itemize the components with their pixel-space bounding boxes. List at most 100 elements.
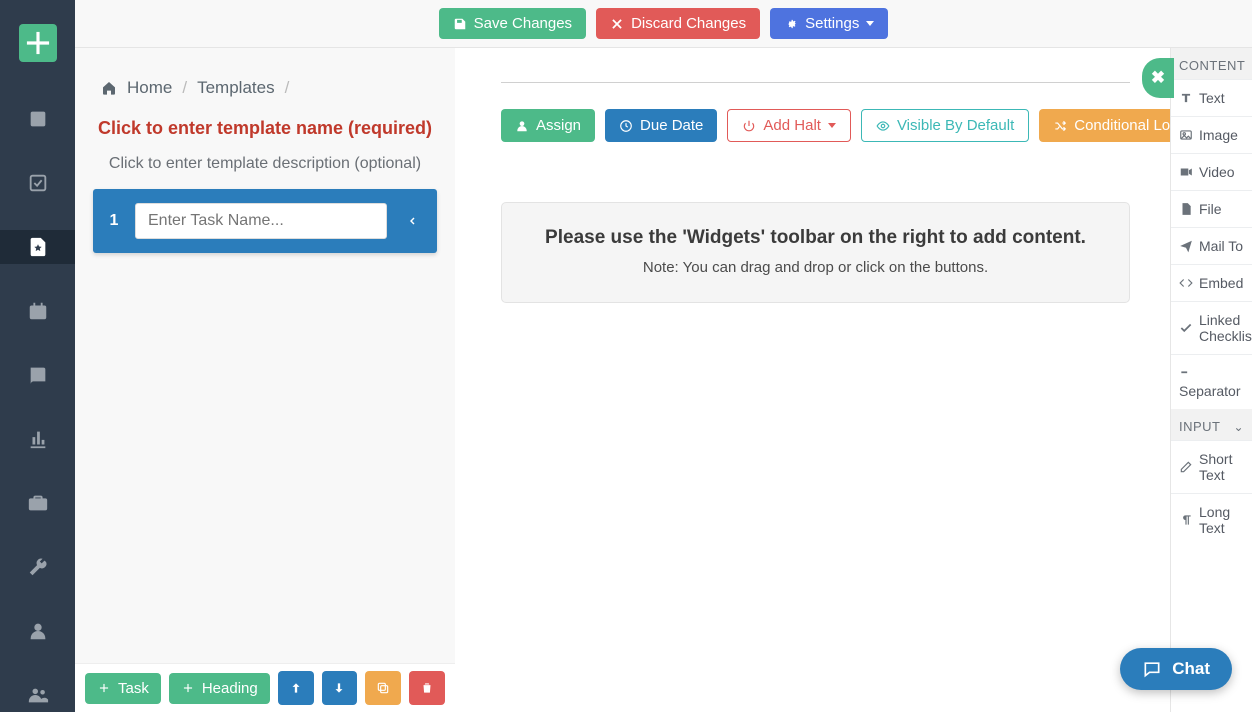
template-name-input[interactable]: Click to enter template name (required) [75, 112, 455, 149]
text-icon [1179, 91, 1193, 105]
caret-down-icon [828, 123, 836, 128]
assign-button[interactable]: Assign [501, 109, 595, 142]
user-icon [27, 620, 49, 642]
users-icon [27, 684, 49, 706]
shuffle-icon [1053, 119, 1067, 133]
caret-down-icon [866, 21, 874, 26]
plus-icon [19, 24, 57, 62]
duplicate-button[interactable] [365, 671, 401, 705]
nav-work[interactable] [0, 486, 75, 520]
sidebar [0, 0, 75, 712]
wrench-icon [27, 556, 49, 578]
nav-templates[interactable] [0, 230, 75, 264]
code-icon [1179, 276, 1193, 290]
top-action-bar: Save Changes Discard Changes Settings [75, 0, 1252, 48]
check-icon [1179, 321, 1193, 335]
due-date-button[interactable]: Due Date [605, 109, 717, 142]
content-section-header[interactable]: CONTENT [1171, 48, 1252, 79]
discard-button[interactable]: Discard Changes [596, 8, 760, 39]
move-down-button[interactable] [322, 671, 358, 705]
widget-file[interactable]: File [1171, 190, 1252, 227]
close-icon: ✖ [1151, 68, 1165, 88]
widget-label: Long Text [1199, 504, 1244, 536]
widget-label: Short Text [1199, 451, 1244, 483]
template-desc-input[interactable]: Click to enter template description (opt… [75, 149, 455, 189]
add-heading-label: Heading [202, 680, 258, 697]
widget-label: Linked Checklist [1199, 312, 1252, 344]
widget-linked-checklist[interactable]: Linked Checklist [1171, 301, 1252, 354]
empty-state-note: Note: You can drag and drop or click on … [532, 259, 1099, 276]
widget-mailto[interactable]: Mail To [1171, 227, 1252, 264]
widget-label: Mail To [1199, 238, 1243, 254]
save-icon [453, 17, 467, 31]
nav-tasks[interactable] [0, 166, 75, 200]
nav-checklists[interactable] [0, 102, 75, 136]
copy-icon [376, 681, 390, 695]
settings-button-label: Settings [805, 15, 859, 32]
widget-short-text[interactable]: Short Text [1171, 440, 1252, 493]
task-number: 1 [107, 212, 121, 230]
settings-button[interactable]: Settings [770, 8, 888, 39]
widget-image[interactable]: Image [1171, 116, 1252, 153]
file-star-icon [27, 236, 49, 258]
file-icon [1179, 202, 1193, 216]
widget-embed[interactable]: Embed [1171, 264, 1252, 301]
video-icon [1179, 165, 1193, 179]
widget-separator[interactable]: Separator [1171, 354, 1252, 409]
nav-reports[interactable] [0, 422, 75, 456]
eye-icon [876, 119, 890, 133]
bar-chart-icon [27, 428, 49, 450]
calendar-icon [27, 300, 49, 322]
main-content-area: Assign Due Date Add Halt Visible By Defa… [455, 48, 1170, 712]
add-halt-label: Add Halt [763, 117, 821, 134]
clock-icon [619, 119, 633, 133]
user-icon [515, 119, 529, 133]
move-up-button[interactable] [278, 671, 314, 705]
plus-icon [97, 681, 111, 695]
arrow-down-icon [332, 681, 346, 695]
breadcrumb-home[interactable]: Home [127, 78, 172, 98]
nav-team[interactable] [0, 678, 75, 712]
edit-icon [1179, 460, 1193, 474]
input-section-header[interactable]: INPUT ⌄ [1171, 409, 1252, 440]
chat-widget[interactable]: Chat [1120, 648, 1232, 690]
send-icon [1179, 239, 1193, 253]
nav-calendar[interactable] [0, 294, 75, 328]
delete-button[interactable] [409, 671, 445, 705]
close-icon [610, 17, 624, 31]
home-icon [101, 80, 117, 96]
nav-settings[interactable] [0, 550, 75, 584]
chevron-down-icon: ⌄ [1233, 420, 1244, 434]
widget-label: File [1199, 201, 1222, 217]
widget-text[interactable]: Text [1171, 79, 1252, 116]
widget-long-text[interactable]: Long Text [1171, 493, 1252, 546]
add-halt-button[interactable]: Add Halt [727, 109, 851, 142]
task-card[interactable]: 1 [93, 189, 437, 253]
visible-label: Visible By Default [897, 117, 1014, 134]
widget-label: Video [1199, 164, 1235, 180]
close-panel-button[interactable]: ✖ [1142, 58, 1174, 98]
breadcrumb-sep: / [285, 78, 290, 98]
add-button[interactable] [19, 24, 57, 62]
widget-label: Image [1199, 127, 1238, 143]
check-square-icon [27, 172, 49, 194]
add-heading-button[interactable]: Heading [169, 673, 270, 704]
task-collapse-button[interactable] [401, 210, 423, 232]
input-header-label: INPUT [1179, 419, 1221, 434]
book-icon [27, 364, 49, 386]
nav-knowledge[interactable] [0, 358, 75, 392]
content-divider [501, 82, 1130, 83]
add-task-button[interactable]: Task [85, 673, 161, 704]
breadcrumb-sep: / [182, 78, 187, 98]
visible-button[interactable]: Visible By Default [861, 109, 1029, 142]
breadcrumb-templates[interactable]: Templates [197, 78, 274, 98]
list-icon [27, 108, 49, 130]
task-name-input[interactable] [135, 203, 387, 239]
paragraph-icon [1179, 513, 1193, 527]
widget-video[interactable]: Video [1171, 153, 1252, 190]
nav-user[interactable] [0, 614, 75, 648]
assign-label: Assign [536, 117, 581, 134]
plus-icon [181, 681, 195, 695]
widget-label: Text [1199, 90, 1225, 106]
save-button[interactable]: Save Changes [439, 8, 586, 39]
